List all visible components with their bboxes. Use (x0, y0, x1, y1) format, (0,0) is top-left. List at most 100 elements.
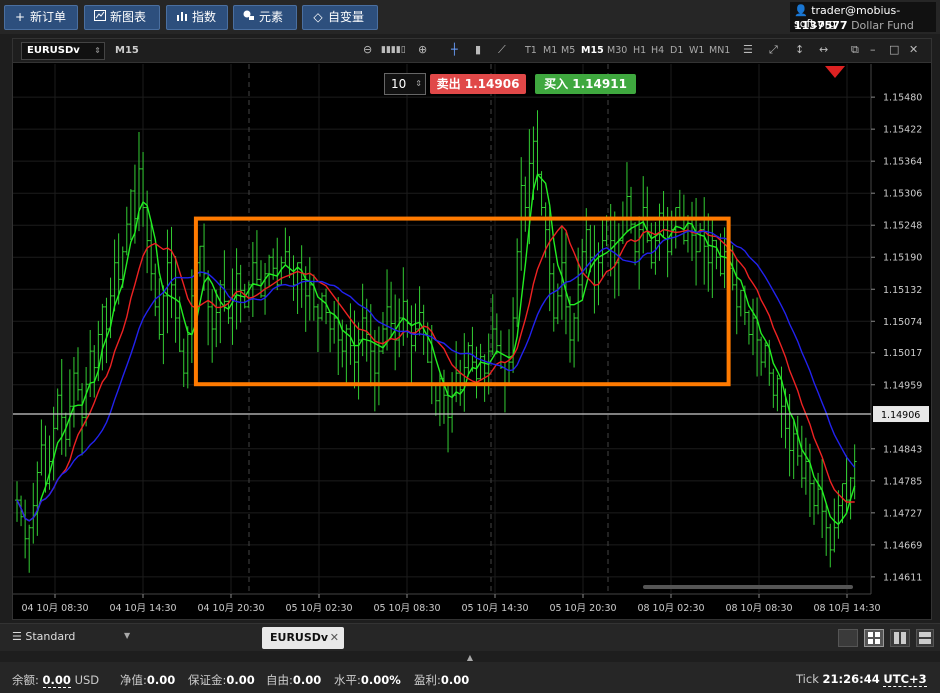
timeframe-t1[interactable]: T1 (525, 45, 537, 56)
horizontal-scrollbar[interactable] (643, 585, 853, 589)
server-time: Tick 21:26:44 UTC+3 (796, 672, 927, 687)
price-chart[interactable]: 1.15480 1.15422 1.15364 1.15306 1.15248 1.151… (13, 64, 931, 619)
price-tick-label: 1.15132 (883, 285, 922, 296)
main-toolbar: + 新订单 新图表 指数 元素 ◇ 自变量 👤 trader@mobius-soft… (0, 0, 940, 34)
timeframe-w1[interactable]: W1 (689, 45, 704, 56)
collapse-panel-icon[interactable]: ▲ (462, 653, 478, 662)
user-icon: 👤 (794, 4, 808, 17)
maximize-icon[interactable]: □ (889, 43, 899, 56)
time-tick-label: 05 10月 02:30 (285, 603, 352, 614)
shapes-icon (242, 6, 256, 29)
chart-toolbar: EURUSDv ⇕ M15 ⊖ ▮▮▮▮▯ ⊕ ┼ ▮ ⟋ T1 M1 M5 M15 M… (13, 39, 931, 63)
price-tick-label: 1.14785 (883, 476, 922, 487)
timeframe-m5[interactable]: M5 (561, 45, 575, 56)
new-chart-button[interactable]: 新图表 (84, 5, 160, 30)
chevron-down-icon[interactable]: ▼ (124, 631, 130, 640)
terminal-window: + 新订单 新图表 指数 元素 ◇ 自变量 👤 trader@mobius-soft… (0, 0, 940, 693)
price-tick-label: 1.15017 (883, 348, 922, 359)
new-order-button[interactable]: + 新订单 (4, 5, 78, 30)
detach-icon[interactable]: ⧉ (851, 43, 859, 57)
grid-icon (868, 632, 880, 644)
price-tick-label: 1.14959 (883, 380, 922, 391)
profit: 盈利:0.00 (414, 673, 470, 687)
indicators-button[interactable]: 指数 (166, 5, 228, 30)
price-tick-label: 1.14727 (883, 508, 922, 519)
symbol-select[interactable]: EURUSDv ⇕ (21, 42, 105, 60)
line-chart-type-icon[interactable]: ⟋ (498, 43, 506, 57)
price-tick-label: 1.14611 (883, 572, 922, 583)
chart-tabs-bar: ☰ Standard ▼ EURUSDv ✕ (0, 623, 940, 651)
horizontal-scale-icon[interactable]: ↔ (819, 43, 828, 56)
tab-eurusdv[interactable]: EURUSDv ✕ (262, 627, 344, 649)
time-tick-label: 05 10月 08:30 (373, 603, 440, 614)
layout-vertical-button[interactable] (890, 629, 910, 647)
indicator-settings-icon[interactable]: ☰ (743, 43, 753, 56)
menu-icon: ☰ (12, 630, 22, 643)
bar-chart-type-icon[interactable]: ┼ (451, 43, 458, 56)
account-number: 1137577 (794, 19, 848, 32)
timezone-select[interactable]: UTC+3 (883, 672, 927, 687)
price-tick-label: 1.15364 (883, 157, 922, 168)
layout-horizontal-button[interactable] (916, 629, 934, 647)
free-margin: 自由:0.00 (266, 673, 322, 687)
minimize-icon[interactable]: – (870, 43, 876, 56)
buy-button[interactable]: 买入 1.14911 (535, 74, 636, 94)
chart-icon (93, 6, 107, 29)
chart-window[interactable]: EURUSDv ⇕ M15 ⊖ ▮▮▮▮▯ ⊕ ┼ ▮ ⟋ T1 M1 M5 M15 M… (12, 38, 932, 620)
price-tick-label: 1.15422 (883, 125, 922, 136)
margin: 保证金:0.00 (188, 673, 255, 687)
layout-grid-button[interactable] (864, 629, 884, 647)
zoom-out-icon[interactable]: ⊖ (363, 43, 372, 56)
timeframe-m15[interactable]: M15 (581, 45, 604, 56)
current-price-label: 1.14906 (881, 410, 920, 421)
stepper-icon: ⇕ (415, 79, 422, 88)
zoom-slider[interactable]: ▮▮▮▮▯ (381, 45, 406, 55)
spinner-icon: ⇕ (94, 46, 101, 55)
price-tick-label: 1.15074 (883, 317, 922, 328)
layout-single-button[interactable] (838, 629, 858, 647)
timeframe-d1[interactable]: D1 (670, 45, 683, 56)
time-tick-label: 04 10月 08:30 (21, 603, 88, 614)
price-tick-label: 1.15190 (883, 253, 922, 264)
sell-button[interactable]: 卖出 1.14906 (430, 74, 526, 94)
timeframe-m30[interactable]: M30 (607, 45, 627, 56)
timeframe-m1[interactable]: M1 (543, 45, 557, 56)
close-tab-icon[interactable]: ✕ (330, 627, 339, 649)
candle-chart-type-icon[interactable]: ▮ (475, 43, 481, 56)
equity: 净值:0.00 (120, 673, 176, 687)
balance: 余额: 0.00 USD (12, 673, 100, 688)
price-tick-label: 1.14669 (883, 540, 922, 551)
timeframe-label: M15 (115, 45, 139, 56)
price-tick-label: 1.15480 (883, 93, 922, 104)
timeframe-mn1[interactable]: MN1 (709, 45, 730, 56)
lot-size-input[interactable]: 10 ⇕ (384, 73, 426, 95)
rows-icon (919, 632, 931, 644)
time-tick-label: 05 10月 14:30 (461, 603, 528, 614)
timeframe-h4[interactable]: H4 (651, 45, 664, 56)
time-tick-label: 08 10月 02:30 (637, 603, 704, 614)
autoscroll-icon[interactable]: ⤢ (769, 43, 778, 57)
zoom-in-icon[interactable]: ⊕ (418, 43, 427, 56)
timeframe-h1[interactable]: H1 (633, 45, 646, 56)
time-tick-label: 08 10月 08:30 (725, 603, 792, 614)
plus-icon: + (14, 10, 26, 24)
diamond-icon: ◇ (313, 10, 323, 24)
time-tick-label: 05 10月 20:30 (549, 603, 616, 614)
account-fund: Dollar Fund (851, 19, 914, 32)
columns-icon (894, 632, 906, 644)
variables-button[interactable]: ◇ 自变量 (302, 5, 378, 30)
template-select[interactable]: ☰ Standard (12, 630, 75, 643)
bar-chart-icon (175, 6, 189, 29)
elements-button[interactable]: 元素 (233, 5, 297, 30)
margin-level: 水平:0.00% (334, 673, 401, 687)
account-info[interactable]: 👤 trader@mobius-soft.org 1137577 Dollar … (790, 2, 936, 32)
time-tick-label: 08 10月 14:30 (813, 603, 880, 614)
close-icon[interactable]: ✕ (909, 43, 918, 56)
vertical-scale-icon[interactable]: ↕ (795, 43, 804, 56)
time-tick-label: 04 10月 14:30 (109, 603, 176, 614)
price-tick-label: 1.15306 (883, 189, 922, 200)
status-bar: 余额: 0.00 USD 净值:0.00 保证金:0.00 自由:0.00 水平… (0, 662, 940, 693)
price-tick-label: 1.14843 (883, 444, 922, 455)
time-tick-label: 04 10月 20:30 (197, 603, 264, 614)
price-tick-label: 1.15248 (883, 221, 922, 232)
